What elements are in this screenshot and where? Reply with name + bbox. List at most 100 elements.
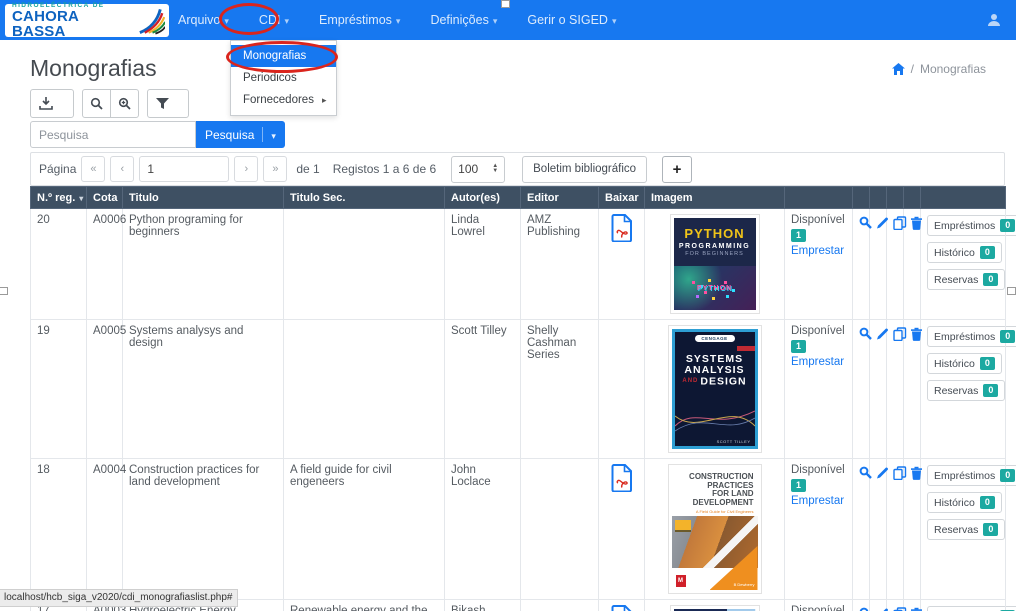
user-icon[interactable] (986, 12, 1002, 28)
reservas-button[interactable]: Reservas0 (927, 380, 1005, 401)
view-action[interactable] (853, 459, 870, 600)
add-record-button[interactable]: + (662, 156, 692, 183)
search-options-caret[interactable] (271, 128, 276, 142)
reservas-button[interactable]: Reservas0 (927, 519, 1005, 540)
cell-titulo-sec (284, 209, 445, 320)
stock-badge: 1 (791, 479, 806, 492)
breadcrumb-current: Monografias (920, 62, 986, 76)
breadcrumb-separator: / (911, 62, 914, 76)
trash-icon (910, 327, 923, 341)
header-contadores (921, 187, 1006, 209)
search-input[interactable] (30, 121, 196, 148)
edit-action[interactable] (870, 600, 887, 611)
emprestar-link[interactable]: Emprestar (791, 245, 846, 257)
status-label: Disponível (791, 464, 846, 476)
cell-imagem: CENGAGE SYSTEMS ANALYSIS ANDDESIGN (645, 320, 785, 459)
emprestimos-button[interactable]: Empréstimos0 (927, 215, 1016, 236)
window-resize-handle (501, 0, 510, 8)
status-label: Disponível (791, 605, 846, 611)
pdf-download-icon[interactable] (610, 605, 634, 611)
pdf-download-icon[interactable] (610, 214, 634, 242)
stock-badge: 1 (791, 229, 806, 242)
menu-item-fornecedores[interactable]: Fornecedores (231, 89, 336, 111)
book-cover: PYTHON PROGRAMMING FOR BEGINNERS PYTHON (670, 214, 760, 314)
header-editor[interactable]: Editor (521, 187, 599, 209)
view-icon (859, 607, 872, 611)
header-reg[interactable]: N.º reg. (31, 187, 87, 209)
nav-item-cdi[interactable]: CDI (259, 13, 289, 27)
page-size-select[interactable]: 100 (451, 156, 505, 183)
nav-item-arquivo[interactable]: Arquivo (178, 13, 229, 27)
nav-item-emprestimos[interactable]: Empréstimos (319, 13, 400, 27)
historico-button[interactable]: Histórico0 (927, 353, 1002, 374)
cell-disponibilidade: Disponível 1 Emprestar (785, 209, 853, 320)
view-action[interactable] (853, 320, 870, 459)
view-action[interactable] (853, 209, 870, 320)
header-baixar[interactable]: Baixar (599, 187, 645, 209)
select-arrows-icon (492, 164, 498, 174)
window-resize-handle (1007, 287, 1016, 295)
cell-baixar (599, 600, 645, 611)
header-cota[interactable]: Cota (87, 187, 123, 209)
cell-editor (521, 459, 599, 600)
magnifier-plus-icon (118, 97, 131, 110)
header-autores[interactable]: Autor(es) (445, 187, 521, 209)
emprestar-link[interactable]: Emprestar (791, 356, 846, 368)
view-icon (859, 327, 872, 340)
historico-button[interactable]: Histórico0 (927, 242, 1002, 263)
last-page-button[interactable] (263, 156, 287, 182)
copy-action[interactable] (887, 600, 904, 611)
cell-editor: AMZ Publishing (521, 209, 599, 320)
cell-disponibilidade: Disponível 1 Emprestar (785, 320, 853, 459)
home-icon[interactable] (892, 63, 905, 75)
copy-action[interactable] (887, 459, 904, 600)
nav-item-definicoes[interactable]: Definições (430, 13, 497, 27)
emprestimos-button[interactable]: Empréstimos0 (927, 326, 1016, 347)
magnifier-icon (90, 97, 103, 110)
historico-button[interactable]: Histórico0 (927, 492, 1002, 513)
advanced-search-button[interactable] (110, 89, 139, 118)
next-page-button[interactable] (234, 156, 258, 182)
emprestar-link[interactable]: Emprestar (791, 495, 846, 507)
header-imagem[interactable]: Imagem (645, 187, 785, 209)
cell-cota: A0004 (87, 459, 123, 600)
prev-page-button[interactable] (110, 156, 134, 182)
breadcrumb: / Monografias (892, 62, 986, 76)
cell-titulo: Construction practices for land developm… (123, 459, 284, 600)
edit-action[interactable] (870, 320, 887, 459)
copy-action[interactable] (887, 209, 904, 320)
cell-imagem: CONSTRUCTION PRACTICES FOR LAND DEVELOPM… (645, 459, 785, 600)
filter-button[interactable] (147, 89, 190, 118)
book-cover: CONSTRUCTION PRACTICES FOR LAND DEVELOPM… (668, 464, 762, 594)
logo[interactable]: HIDROELÉCTRICA DE CAHORA BASSA (5, 4, 169, 37)
first-page-button[interactable] (81, 156, 105, 182)
view-action[interactable] (853, 600, 870, 611)
page-number-input[interactable] (139, 156, 229, 182)
cell-autores: Bikash Pandey, Ajoy Karki (445, 600, 521, 611)
page-title: Monografias (30, 55, 157, 82)
menu-item-monografias[interactable]: Monografias (231, 45, 336, 67)
view-icon (859, 466, 872, 479)
cell-contadores: Empréstimos0 Histórico0 Reservas0 (921, 459, 1006, 600)
pagination-bar: Página de 1 Registos 1 a 6 de 6 100 Bole… (30, 152, 1005, 186)
header-titulo-sec[interactable]: Titulo Sec. (284, 187, 445, 209)
edit-action[interactable] (870, 459, 887, 600)
download-icon (39, 97, 53, 110)
copy-icon (893, 466, 907, 480)
emprestimos-button[interactable]: Empréstimos0 (927, 606, 1016, 611)
records-label: Registos 1 a 6 de 6 (333, 162, 436, 176)
copy-action[interactable] (887, 320, 904, 459)
header-titulo[interactable]: Titulo (123, 187, 284, 209)
search-button[interactable]: Pesquisa (196, 121, 285, 148)
menu-item-periodicos[interactable]: Periodicos (231, 67, 336, 89)
pdf-download-icon[interactable] (610, 464, 634, 492)
edit-action[interactable] (870, 209, 887, 320)
reservas-button[interactable]: Reservas0 (927, 269, 1005, 290)
show-search-button[interactable] (82, 89, 111, 118)
cell-disponibilidade: Disponível 1 Emprestar (785, 600, 853, 611)
cell-titulo-sec: Renewable energy and the environment (284, 600, 445, 611)
boletim-button[interactable]: Boletim bibliográfico (522, 156, 647, 183)
nav-item-gerir-siged[interactable]: Gerir o SIGED (527, 13, 616, 27)
export-button[interactable] (30, 89, 74, 118)
emprestimos-button[interactable]: Empréstimos0 (927, 465, 1016, 486)
